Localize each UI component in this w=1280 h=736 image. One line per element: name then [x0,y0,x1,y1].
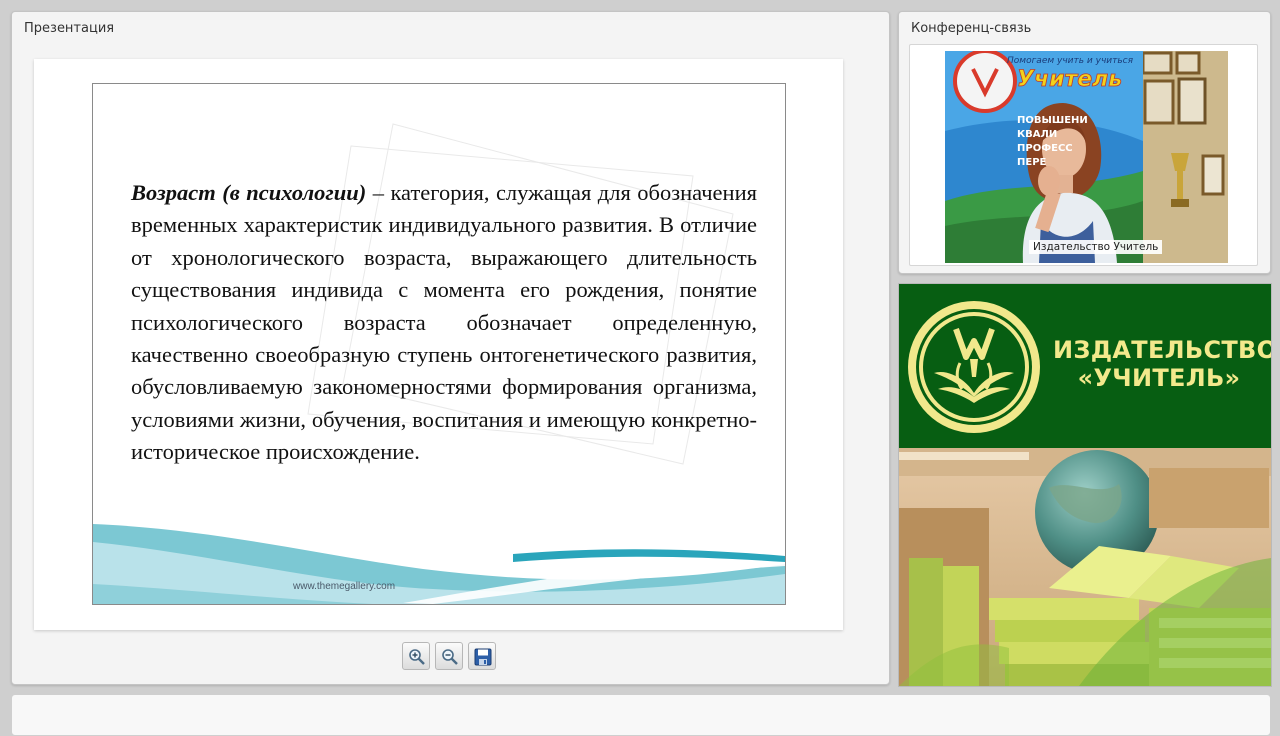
slide: Возраст (в психологии) – категория, служ… [92,83,786,605]
zoom-in-icon [409,649,425,665]
video-frame: Помогаем учить и учиться Учитель ПОВЫШЕН… [909,44,1258,266]
video-scene: Помогаем учить и учиться Учитель ПОВЫШЕН… [945,51,1228,263]
presentation-panel-title: Презентация [24,21,115,36]
zoom-in-button[interactable] [402,642,430,670]
save-button[interactable] [468,642,496,670]
participant-video[interactable]: Помогаем учить и учиться Учитель ПОВЫШЕН… [945,51,1228,263]
slide-viewer: Возраст (в психологии) – категория, служ… [34,59,843,630]
bottom-panel [11,694,1271,736]
publisher-name: ИЗДАТЕЛЬСТВО «УЧИТЕЛЬ» [1053,336,1272,392]
conference-panel-title: Конференц-связь [911,21,1032,36]
poster-line-1: ПОВЫШЕНИ [1017,115,1088,126]
publisher-name-line1: ИЗДАТЕЛЬСТВО [1053,336,1272,364]
poster-line-3: ПРОФЕСС [1017,143,1073,154]
presentation-panel: Презентация Возраст (в психологии) – кат… [11,11,890,685]
conference-panel: Конференц-связь Помогаем учить и учиться… [898,11,1271,274]
save-icon [474,648,492,666]
slide-footer-url: www.themegallery.com [293,581,396,592]
banner-brand-area: ИЗДАТЕЛЬСТВО «УЧИТЕЛЬ» [899,284,1271,448]
publisher-banner: ИЗДАТЕЛЬСТВО «УЧИТЕЛЬ» [898,283,1272,687]
publisher-logo [908,301,1040,433]
poster-line-4: ПЕРЕ [1017,157,1047,168]
slide-text: Возраст (в психологии) – категория, служ… [131,177,757,469]
poster-headline: Помогаем учить и учиться [1007,56,1134,66]
zoom-out-button[interactable] [435,642,463,670]
slide-term: Возраст (в психологии) [131,180,367,205]
poster-line-2: КВАЛИ [1017,129,1057,140]
zoom-out-icon [442,649,458,665]
participant-name-label: Издательство Учитель [1029,240,1163,254]
publisher-name-line2: «УЧИТЕЛЬ» [1077,364,1241,392]
poster-brand: Учитель [1017,67,1122,92]
slide-definition: – категория, служащая для обозначения вр… [131,180,757,465]
banner-books-image [899,448,1271,686]
